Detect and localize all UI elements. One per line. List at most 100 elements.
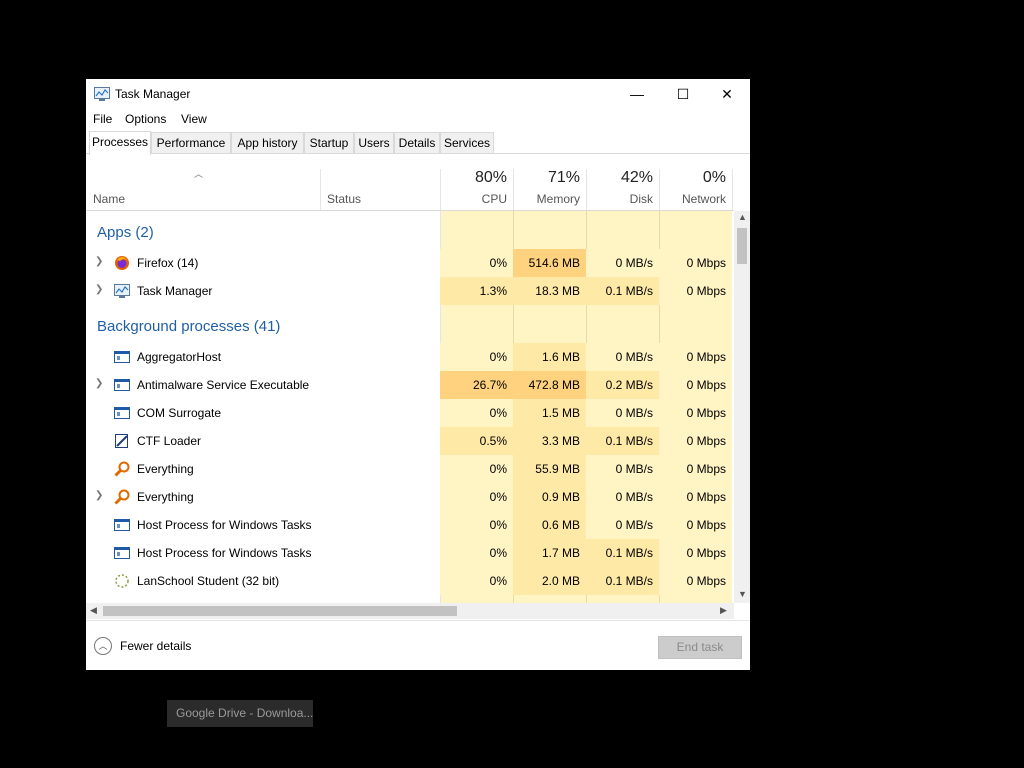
close-button[interactable]: ✕: [704, 79, 750, 109]
expand-chevron-icon[interactable]: ❯: [95, 490, 103, 501]
process-name: LanSchool Student (32 bit): [137, 574, 280, 588]
disk-cell: 0 MB/s: [586, 399, 659, 427]
close-icon: ✕: [721, 85, 733, 102]
window-process-icon: [114, 547, 130, 559]
network-percent[interactable]: 0%: [656, 169, 726, 187]
header-cpu[interactable]: CPU: [437, 192, 507, 206]
cpu-cell: 0%: [440, 343, 513, 371]
memory-percent[interactable]: 71%: [510, 169, 580, 187]
task-manager-icon: [94, 87, 110, 101]
tab-processes[interactable]: Processes: [89, 131, 151, 155]
window-process-icon: [114, 519, 130, 531]
scroll-right-icon[interactable]: ▶: [720, 605, 727, 616]
memory-cell: 472.8 MB: [513, 371, 586, 399]
process-row[interactable]: CTF Loader 0.5% 3.3 MB 0.1 MB/s 0 Mbps: [86, 427, 734, 455]
tab-performance[interactable]: Performance: [151, 132, 231, 153]
disk-cell: 0 MB/s: [586, 483, 659, 511]
tab-startup[interactable]: Startup: [304, 132, 354, 153]
tab-app-history[interactable]: App history: [231, 132, 304, 153]
disk-percent[interactable]: 42%: [583, 169, 653, 187]
disk-cell: 0 MB/s: [586, 343, 659, 371]
process-row-firefox[interactable]: ❯ Firefox (14) 0% 514.6 MB 0 MB/s 0 Mbps: [86, 249, 734, 277]
fewer-details-link[interactable]: Fewer details: [120, 639, 191, 653]
end-task-button[interactable]: End task: [658, 636, 742, 659]
window-process-icon: [114, 379, 130, 391]
lanschool-icon: [115, 574, 129, 588]
process-row[interactable]: ❯ Antimalware Service Executable 26.7% 4…: [86, 371, 734, 399]
process-name: COM Surrogate: [137, 406, 222, 420]
title-bar[interactable]: Task Manager — ☐ ✕: [86, 79, 750, 109]
magnifier-icon: [114, 489, 130, 505]
memory-cell: 0.6 MB: [513, 511, 586, 539]
disk-cell: 0 MB/s: [586, 249, 659, 277]
disk-cell: 0.2 MB/s: [586, 371, 659, 399]
tab-strip: Processes Performance App history Startu…: [86, 131, 750, 155]
process-name: AggregatorHost: [137, 350, 222, 364]
cpu-cell: 1.3%: [440, 277, 513, 305]
header-network[interactable]: Network: [656, 192, 726, 206]
cpu-cell: 0%: [440, 483, 513, 511]
process-row[interactable]: COM Surrogate 0% 1.5 MB 0 MB/s 0 Mbps: [86, 399, 734, 427]
menu-options[interactable]: Options: [125, 112, 166, 126]
process-row[interactable]: LanSchool Student (32 bit) 0% 2.0 MB 0.1…: [86, 567, 734, 595]
memory-cell: 0.9 MB: [513, 483, 586, 511]
group-background: Background processes (41): [97, 318, 281, 335]
maximize-icon: ☐: [676, 85, 690, 102]
cpu-cell: 0%: [440, 567, 513, 595]
process-row[interactable]: Everything 0% 55.9 MB 0 MB/s 0 Mbps: [86, 455, 734, 483]
maximize-button[interactable]: ☐: [660, 79, 706, 109]
disk-cell: 0 MB/s: [586, 455, 659, 483]
scroll-up-icon[interactable]: ▲: [738, 212, 747, 222]
process-row[interactable]: AggregatorHost 0% 1.6 MB 0 MB/s 0 Mbps: [86, 343, 734, 371]
header-memory[interactable]: Memory: [510, 192, 580, 206]
expand-chevron-icon[interactable]: ❯: [95, 284, 103, 295]
expand-chevron-icon[interactable]: ❯: [95, 256, 103, 267]
footer: ︿ Fewer details End task: [86, 620, 750, 671]
process-name: Everything: [137, 490, 194, 504]
minimize-button[interactable]: —: [614, 79, 660, 109]
header-status[interactable]: Status: [327, 192, 361, 206]
task-manager-window: Task Manager — ☐ ✕ File Options View Pro…: [86, 79, 750, 670]
tab-details[interactable]: Details: [394, 132, 440, 153]
network-cell: 0 Mbps: [659, 427, 732, 455]
process-row[interactable]: Host Process for Windows Tasks 0% 0.6 MB…: [86, 511, 734, 539]
horizontal-scrollbar[interactable]: ◀ ▶: [86, 603, 734, 619]
network-cell: 0 Mbps: [659, 277, 732, 305]
cpu-cell: 0%: [440, 539, 513, 567]
process-name: Antimalware Service Executable: [137, 378, 310, 392]
vertical-scrollbar[interactable]: ▲ ▼: [734, 211, 750, 603]
menu-bar: File Options View: [86, 109, 750, 129]
cpu-percent[interactable]: 80%: [437, 169, 507, 187]
scroll-down-icon[interactable]: ▼: [738, 589, 747, 599]
sort-up-icon: ︿: [194, 169, 204, 179]
process-name: CTF Loader: [137, 434, 202, 448]
memory-cell: 1.7 MB: [513, 539, 586, 567]
process-row[interactable]: Host Process for Windows Tasks 0% 1.7 MB…: [86, 539, 734, 567]
process-row-task-manager[interactable]: ❯ Task Manager 1.3% 18.3 MB 0.1 MB/s 0 M…: [86, 277, 734, 305]
network-cell: 0 Mbps: [659, 371, 732, 399]
network-cell: 0 Mbps: [659, 483, 732, 511]
horizontal-scroll-thumb[interactable]: [103, 606, 457, 616]
firefox-icon: [115, 256, 129, 270]
disk-cell: 0.1 MB/s: [586, 277, 659, 305]
network-cell: 0 Mbps: [659, 511, 732, 539]
vertical-scroll-thumb[interactable]: [737, 228, 747, 264]
network-cell: 0 Mbps: [659, 399, 732, 427]
expand-chevron-icon[interactable]: ❯: [95, 378, 103, 389]
process-name: Host Process for Windows Tasks: [137, 518, 312, 532]
memory-cell: 2.0 MB: [513, 567, 586, 595]
scroll-left-icon[interactable]: ◀: [90, 605, 97, 616]
memory-cell: 3.3 MB: [513, 427, 586, 455]
header-name[interactable]: Name: [93, 192, 125, 206]
tab-users[interactable]: Users: [354, 132, 394, 153]
cpu-cell: 26.7%: [440, 371, 513, 399]
process-row[interactable]: ❯ Everything 0% 0.9 MB 0 MB/s 0 Mbps: [86, 483, 734, 511]
header-disk[interactable]: Disk: [583, 192, 653, 206]
tab-services[interactable]: Services: [440, 132, 494, 153]
pen-icon: [115, 434, 128, 448]
memory-cell: 514.6 MB: [513, 249, 586, 277]
minimize-icon: —: [630, 86, 644, 102]
menu-view[interactable]: View: [181, 112, 207, 126]
menu-file[interactable]: File: [93, 112, 112, 126]
chevron-up-circle-icon[interactable]: ︿: [94, 637, 112, 655]
